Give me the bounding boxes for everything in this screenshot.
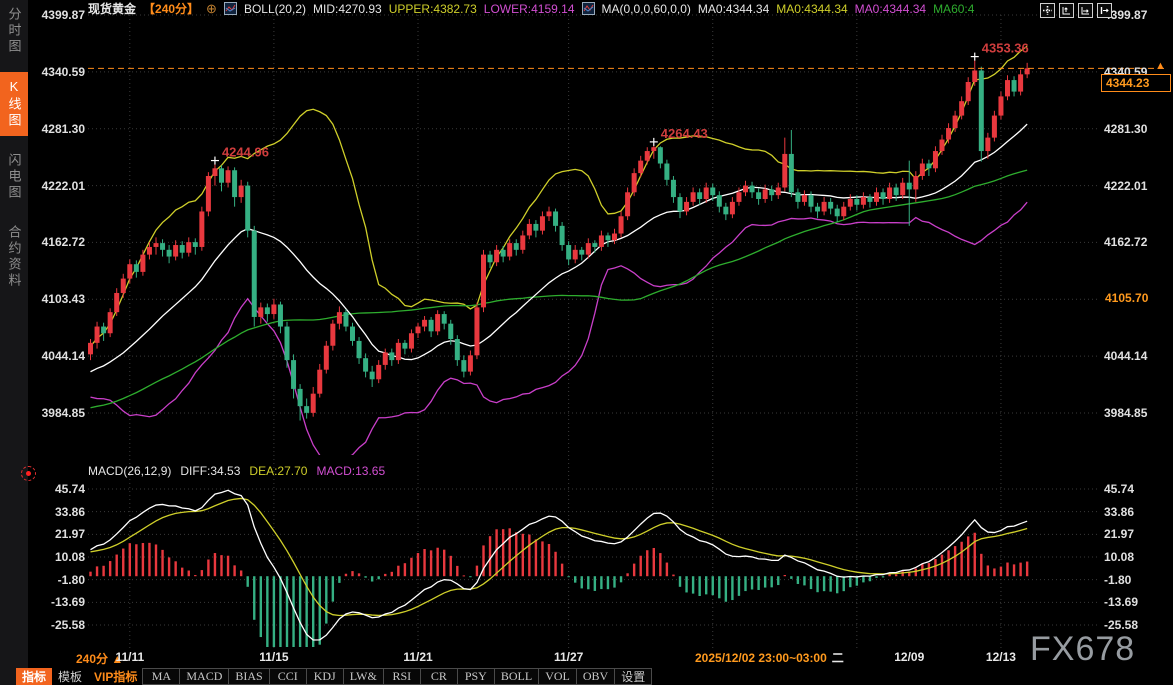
sidebar-item-timeshare[interactable]: 分时图: [0, 0, 28, 62]
macd-layer: [89, 490, 1028, 672]
price-tick-label: 3984.85: [31, 407, 85, 420]
macd-tick-label: 33.86: [31, 506, 85, 519]
secondary-price-box: 4105.70: [1101, 290, 1167, 306]
sidebar-item-contract-info[interactable]: 合约资料: [0, 218, 28, 296]
macd-tick-label: -1.80: [31, 574, 85, 587]
date-tick-label: 11/15: [252, 650, 296, 664]
hovered-bar-tooltip: 2025/12/02 23:00~03:00 二: [688, 649, 851, 666]
date-tick-label: 11/21: [396, 650, 440, 664]
indicator-toolbar: 指标模板VIP指标MAMACDBIASCCIKDJLW&RSICRPSYBOLL…: [16, 668, 652, 685]
boll-lower-value: LOWER:4159.14: [484, 2, 575, 16]
toolbar-item-cr[interactable]: CR: [420, 668, 458, 685]
alert-icon[interactable]: [21, 466, 36, 481]
price-tick-label: 4103.43: [31, 293, 85, 306]
sidebar: 分时图 K线图 闪电图 合约资料: [0, 0, 28, 685]
toolbar-item-ma[interactable]: MA: [142, 668, 180, 685]
toolbar-item-[interactable]: 指标: [16, 668, 52, 685]
ma0-magenta-value: MA0:4344.34: [855, 2, 926, 16]
macd-tick-label: 21.97: [31, 528, 85, 541]
toolbar-item-kdj[interactable]: KDJ: [306, 668, 344, 685]
price-tick-label: 4340.59: [31, 66, 85, 79]
macd-dea-value: DEA:27.70: [249, 464, 307, 478]
fit-horizontal-icon[interactable]: [1078, 3, 1093, 18]
toolbar-item-vol[interactable]: VOL: [538, 668, 577, 685]
ma0-white-value: MA0:4344.34: [698, 2, 769, 16]
toolbar-item-[interactable]: 模板: [52, 668, 88, 685]
macd-tick-label: 10.08: [31, 551, 85, 564]
macd-tick-label: -25.58: [31, 619, 85, 632]
macd-tick-label: -13.69: [31, 596, 85, 609]
macd-tick-label: -13.69: [1104, 596, 1138, 609]
price-tick-label: 4281.30: [1104, 123, 1147, 136]
price-tick-label: 4044.14: [31, 350, 85, 363]
macd-header: MACD(26,12,9) DIFF:34.53 DEA:27.70 MACD:…: [88, 464, 385, 478]
toolbar-item-psy[interactable]: PSY: [457, 668, 495, 685]
toolbar-item-bias[interactable]: BIAS: [228, 668, 269, 685]
macd-params-label: MACD(26,12,9): [88, 464, 171, 478]
watermark: FX678: [1030, 630, 1135, 669]
ma60-green-value: MA60:4: [933, 2, 974, 16]
macd-diff-value: DIFF:34.53: [180, 464, 240, 478]
boll-upper-value: UPPER:4382.73: [389, 2, 477, 16]
boll-chart-icon[interactable]: [224, 2, 237, 15]
ma-chart-icon[interactable]: [582, 2, 595, 15]
magnet-icon[interactable]: ⊕: [206, 1, 217, 17]
macd-macd-value: MACD:13.65: [316, 464, 385, 478]
price-tick-label: 4222.01: [1104, 180, 1147, 193]
ma0-yellow-value: MA0:4344.34: [776, 2, 847, 16]
macd-tick-label: 33.86: [1104, 506, 1134, 519]
toolbar-item-cci[interactable]: CCI: [269, 668, 307, 685]
shift-right-icon[interactable]: [1097, 3, 1112, 18]
sidebar-item-kline[interactable]: K线图: [0, 72, 28, 136]
toolbar-item-boll[interactable]: BOLL: [494, 668, 539, 685]
price-tick-label: 4162.72: [31, 236, 85, 249]
macd-tick-label: 45.74: [31, 483, 85, 496]
period-label[interactable]: 【240分】: [143, 0, 199, 17]
date-tick-label: 11/27: [547, 650, 591, 664]
candles-layer: [88, 60, 1030, 421]
ma-label: MA(0,0,0,60,0,0): [602, 2, 691, 16]
toolbar-item-lw[interactable]: LW&: [343, 668, 384, 685]
price-tick-label: 4162.72: [1104, 236, 1147, 249]
price-tick-label: 3984.85: [1104, 407, 1147, 420]
chart-window: 分时图 K线图 闪电图 合约资料 现货黄金 【240分】 ⊕ BOLL(20,2…: [0, 0, 1173, 685]
svg-text:4264.43: 4264.43: [661, 126, 708, 141]
macd-tick-label: 21.97: [1104, 528, 1134, 541]
symbol-name: 现货黄金: [88, 0, 136, 17]
price-tick-label: 4044.14: [1104, 350, 1147, 363]
price-tick-label: 4399.87: [31, 9, 85, 22]
date-tick-label: 12/13: [979, 650, 1023, 664]
sidebar-item-lightning[interactable]: 闪电图: [0, 146, 28, 208]
price-pointer-icon[interactable]: ▲: [1155, 60, 1166, 72]
date-tick-label: 11/11: [108, 650, 152, 664]
overlay-lines: [91, 46, 1028, 464]
price-tick-label: 4281.30: [31, 123, 85, 136]
price-annotations: 4244.96 4264.43 4353.36: [211, 41, 1029, 165]
indicator-header: 现货黄金 【240分】 ⊕ BOLL(20,2) MID:4270.93 UPP…: [88, 1, 974, 16]
fit-vertical-icon[interactable]: [1059, 3, 1074, 18]
svg-text:4244.96: 4244.96: [222, 145, 269, 160]
toolbar-item-[interactable]: 设置: [614, 668, 652, 685]
toolbar-item-rsi[interactable]: RSI: [383, 668, 421, 685]
toolbar-item-obv[interactable]: OBV: [576, 668, 615, 685]
date-axis: 240分 ▲ 2025/12/02 23:00~03:00 二 11/1111/…: [0, 648, 1173, 668]
pan-tool-icon[interactable]: [1040, 3, 1055, 18]
toolbar-item-vip[interactable]: VIP指标: [88, 668, 143, 685]
toolbar-item-macd[interactable]: MACD: [179, 668, 229, 685]
boll-mid-value: MID:4270.93: [313, 2, 382, 16]
current-price-box: 4344.23: [1101, 74, 1171, 92]
date-tick-label: 12/09: [887, 650, 931, 664]
macd-tick-label: -1.80: [1104, 574, 1131, 587]
svg-text:4353.36: 4353.36: [982, 41, 1029, 56]
main-chart[interactable]: 4244.96 4264.43 4353.36: [0, 0, 1173, 685]
boll-label: BOLL(20,2): [244, 2, 306, 16]
macd-tick-label: 45.74: [1104, 483, 1134, 496]
macd-tick-label: 10.08: [1104, 551, 1134, 564]
chart-tool-icons: [1040, 3, 1112, 18]
price-tick-label: 4222.01: [31, 180, 85, 193]
